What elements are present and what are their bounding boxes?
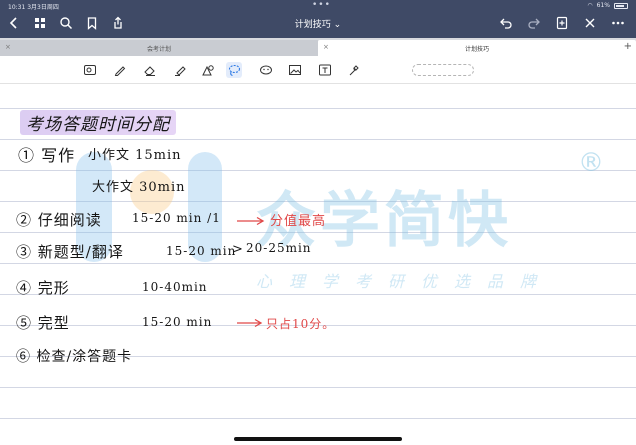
note-line-5-note: 只占10分。	[266, 317, 336, 331]
search-icon	[60, 17, 73, 30]
note-line-1b: 大作文 30min	[92, 180, 186, 195]
tool-highlighter[interactable]	[172, 62, 188, 78]
share-button[interactable]	[110, 15, 126, 31]
rule-line	[0, 387, 636, 388]
note-line-4-time: 10-40min	[142, 280, 208, 294]
chevron-left-icon	[9, 17, 17, 29]
page-title[interactable]: 计划技巧	[295, 20, 331, 30]
nav-left-group	[6, 15, 126, 31]
close-button[interactable]	[582, 15, 598, 31]
tool-image[interactable]	[287, 62, 303, 78]
top-nav-bar: 10:31 3月3日周四 ••• ◠ 61% 计划技巧 ⌄	[0, 0, 636, 38]
note-line-3: ③ 新题型/翻译	[16, 243, 124, 261]
pen-icon	[114, 66, 126, 76]
note-title: 考场答题时间分配	[20, 110, 176, 135]
arrow-right-icon	[237, 216, 265, 226]
rule-line	[0, 232, 636, 233]
redo-icon	[528, 18, 540, 29]
text-icon	[319, 64, 331, 76]
tab-strip: × 会考计划 × 计划技巧 +	[0, 38, 636, 56]
close-icon[interactable]: ×	[323, 43, 329, 51]
tab-label: 会考计划	[146, 45, 171, 53]
magnifier-icon	[84, 65, 96, 75]
close-icon[interactable]: ×	[5, 43, 11, 51]
note-line-2-note: 分值最高	[270, 214, 327, 229]
rule-line	[0, 418, 636, 419]
note-line-3-total: 20-25min	[246, 241, 312, 255]
tool-zoom[interactable]	[82, 62, 98, 78]
note-line-2: ② 仔细阅读	[16, 211, 102, 229]
more-button[interactable]	[610, 15, 626, 31]
note-line-6: ⑥ 检查/涂答题卡	[16, 349, 133, 365]
note-line-5: ⑤ 完型	[16, 314, 70, 332]
shapes-icon	[202, 65, 214, 76]
battery-icon	[614, 2, 628, 9]
lasso-icon	[228, 64, 241, 77]
share-icon	[114, 16, 122, 29]
sticker-icon	[260, 65, 272, 75]
rule-line	[0, 170, 636, 171]
tool-text[interactable]	[317, 62, 333, 78]
note-line-2-time: 15-20 min /1	[132, 211, 221, 225]
tool-sticker[interactable]	[258, 62, 274, 78]
add-page-icon	[556, 16, 568, 30]
rule-line	[0, 108, 636, 109]
rule-line	[0, 201, 636, 202]
eyedropper-icon	[349, 65, 359, 76]
grid-icon	[35, 18, 45, 28]
bookmark-icon	[87, 17, 97, 30]
add-page-button[interactable]	[554, 15, 570, 31]
note-line-5-time: 15-20 min	[142, 315, 213, 329]
highlighter-icon	[175, 66, 186, 76]
grid-button[interactable]	[32, 15, 48, 31]
watermark-registered: ®	[578, 148, 604, 178]
color-presets-pill[interactable]	[412, 64, 474, 76]
undo-icon	[500, 18, 512, 29]
tool-eyedropper[interactable]	[346, 62, 362, 78]
back-button[interactable]	[6, 15, 22, 31]
drawing-toolbar	[0, 56, 636, 84]
more-icon	[612, 21, 624, 25]
status-indicators: ◠ 61%	[587, 2, 628, 9]
close-icon	[585, 18, 595, 28]
watermark-slogan: 心理学考研优选品牌	[256, 272, 554, 291]
more-dots[interactable]: •••	[312, 0, 331, 10]
arrow-right-icon	[237, 318, 263, 328]
note-line-4: ④ 完形	[16, 279, 70, 297]
note-line-1a: 小作文 15min	[88, 148, 182, 163]
rule-line	[0, 263, 636, 264]
redo-button[interactable]	[526, 15, 542, 31]
rule-line	[0, 139, 636, 140]
bookmark-button[interactable]	[84, 15, 100, 31]
tab-plan[interactable]: × 会考计划	[0, 40, 318, 56]
add-tab-icon[interactable]: +	[624, 41, 632, 52]
tool-pen[interactable]	[112, 62, 128, 78]
chevron-down-icon[interactable]: ⌄	[334, 20, 342, 30]
tool-eraser[interactable]	[142, 62, 158, 78]
brace-icon: >	[232, 242, 244, 257]
note-line-1: ① 写作	[18, 146, 76, 165]
note-line-3-time: 15-20 min	[166, 244, 237, 258]
rule-line	[0, 294, 636, 295]
wifi-icon: ◠	[587, 2, 593, 9]
search-button[interactable]	[58, 15, 74, 31]
battery-percent: 61%	[596, 2, 610, 9]
image-icon	[289, 65, 301, 75]
home-indicator[interactable]	[234, 437, 402, 441]
nav-right-group	[498, 15, 626, 31]
tool-shapes[interactable]	[200, 62, 216, 78]
undo-button[interactable]	[498, 15, 514, 31]
tab-label: 计划技巧	[464, 45, 489, 53]
notebook-page[interactable]: 众学简快 心理学考研优选品牌 ® 考场答题时间分配 ① 写作 小作文 15min…	[0, 84, 636, 445]
tool-lasso[interactable]	[226, 62, 242, 78]
tab-skills[interactable]: × 计划技巧 +	[318, 40, 636, 56]
eraser-icon	[144, 66, 155, 76]
status-time: 10:31 3月3日周四	[8, 4, 59, 11]
